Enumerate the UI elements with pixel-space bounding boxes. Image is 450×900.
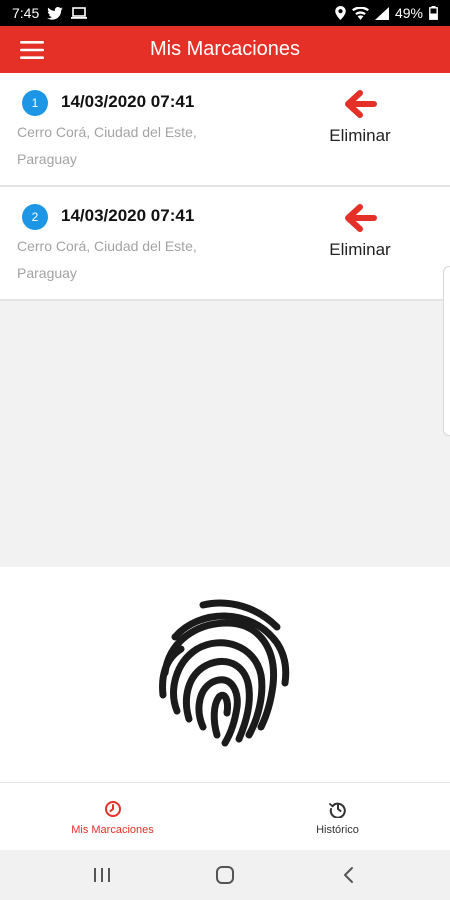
delete-label: Eliminar [329,126,391,145]
arrow-left-icon [345,90,377,118]
menu-button[interactable] [0,26,64,73]
fingerprint-icon [159,599,290,747]
status-bar: 7:45 49% [0,0,450,26]
records-list: 1 14/03/2020 07:41 Cerro Corá, Ciudad de… [0,73,450,301]
laptop-icon [71,7,88,19]
battery-icon [429,6,438,20]
record-number-badge: 2 [22,204,48,230]
list-item: 2 14/03/2020 07:41 Cerro Corá, Ciudad de… [0,187,450,301]
home-button[interactable] [195,855,255,895]
clock-icon [104,801,121,817]
list-item: 1 14/03/2020 07:41 Cerro Corá, Ciudad de… [0,73,450,187]
tab-label: Histórico [316,824,359,836]
delete-button[interactable]: Eliminar [318,89,402,146]
delete-button[interactable]: Eliminar [318,203,402,260]
record-datetime: 14/03/2020 07:41 [61,206,195,225]
history-icon [328,802,346,818]
fingerprint-area [0,567,450,782]
tab-mis-marcaciones[interactable]: Mis Marcaciones [0,783,225,850]
tab-historico[interactable]: Histórico [225,783,450,850]
back-icon [344,867,354,883]
record-number-badge: 1 [22,90,48,116]
status-time: 7:45 [12,5,40,21]
fingerprint-button[interactable] [159,597,291,747]
tab-label: Mis Marcaciones [71,824,154,836]
record-datetime: 14/03/2020 07:41 [61,92,195,111]
app-bar: Mis Marcaciones [0,26,450,73]
arrow-left-icon [345,204,377,232]
hamburger-menu-icon [20,40,44,59]
page-title: Mis Marcaciones [149,38,301,60]
recent-apps-icon [93,868,110,882]
wifi-icon [351,6,369,20]
location-icon [335,6,346,20]
twitter-icon [47,6,64,20]
signal-icon [374,6,389,20]
edge-panel-handle[interactable] [443,266,450,436]
back-button[interactable] [318,855,378,895]
delete-label: Eliminar [329,240,391,259]
bottom-nav: Mis Marcaciones Histórico [0,782,450,850]
battery-percent: 49% [394,5,423,21]
system-nav-bar [0,850,450,900]
recent-apps-button[interactable] [72,855,132,895]
home-icon [215,866,234,884]
record-location: Cerro Corá, Ciudad del Este, Paraguay [17,238,197,281]
record-location: Cerro Corá, Ciudad del Este, Paraguay [17,124,197,167]
